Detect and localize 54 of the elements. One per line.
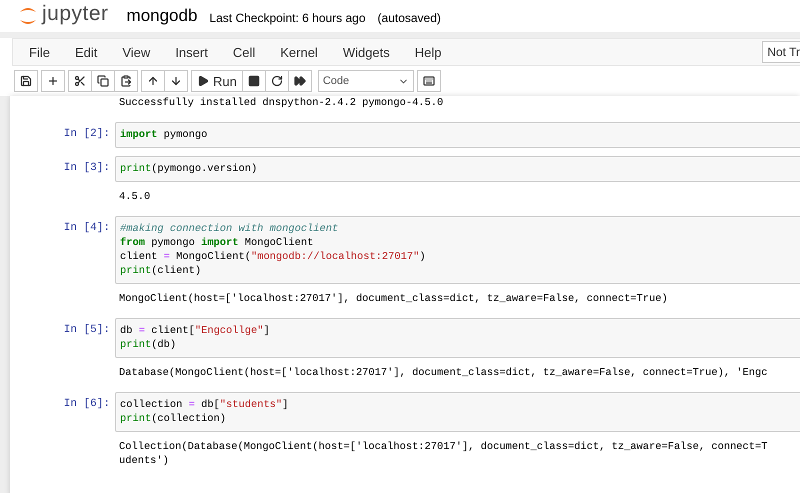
- cell-prompt: In [3]:: [62, 161, 111, 174]
- save-icon: [20, 75, 32, 87]
- code-cell[interactable]: collection = db["students"] print(collection): [115, 392, 800, 432]
- square-icon: [248, 75, 260, 87]
- plus-icon: [47, 75, 59, 87]
- output-text: Successfully installed dnspython-2.4.2 pymongo-4.5.0: [119, 96, 444, 110]
- restart-icon: [270, 75, 283, 87]
- copy-icon: [97, 75, 109, 87]
- menu-item[interactable]: Edit: [74, 44, 98, 60]
- save-status: (autosaved): [378, 11, 441, 25]
- paste-icon: [120, 75, 132, 87]
- up-button[interactable]: [141, 70, 165, 92]
- save-button[interactable]: [14, 70, 38, 92]
- notebook-name[interactable]: mongodb: [126, 6, 198, 26]
- kernel-indicator: Not Tr: [762, 41, 800, 63]
- cell-prompt: In [6]:: [62, 397, 111, 410]
- run-button[interactable]: Run: [191, 70, 243, 92]
- scissors-icon: [74, 75, 86, 87]
- cell-prompt: In [2]:: [62, 127, 111, 140]
- code-cell[interactable]: print(pymongo.version): [115, 156, 800, 182]
- runall-button[interactable]: [288, 70, 312, 92]
- copy-button[interactable]: [91, 70, 115, 92]
- fast-forward-icon: [294, 75, 306, 87]
- logo-text: jupyter: [42, 2, 109, 26]
- cell-type-dropdown[interactable]: Code: [318, 70, 414, 92]
- output-text: Collection(Database(MongoClient(host=['localhost:27017'], document_class=dict, tz_aware=False, connect=T: [119, 440, 768, 454]
- cell-prompt: In [4]:: [62, 221, 111, 234]
- menu-item[interactable]: Cell: [232, 44, 256, 60]
- output-text: 4.5.0: [119, 190, 152, 204]
- stop-button[interactable]: [242, 70, 266, 92]
- output-text: udents'): [119, 454, 170, 468]
- paste-button[interactable]: [114, 70, 138, 92]
- code-cell[interactable]: import pymongo: [115, 122, 800, 148]
- arrow-down-icon: [170, 75, 182, 87]
- menu-item[interactable]: Help: [414, 44, 442, 60]
- output-text: Database(MongoClient(host=['localhost:27017'], document_class=dict, tz_aware=False, connect=True), 'Engc: [119, 366, 768, 380]
- code-cell[interactable]: #making connection with mongoclient from pymongo import MongoClient client = MongoClient("mongodb://localhost:27017") print(client): [115, 216, 800, 284]
- menu-item[interactable]: Insert: [175, 44, 208, 60]
- arrow-up-icon: [147, 75, 159, 87]
- add-button[interactable]: [41, 70, 65, 92]
- down-button[interactable]: [164, 70, 188, 92]
- play-icon: [197, 75, 209, 87]
- keyboard-button[interactable]: [416, 70, 441, 92]
- cell-prompt: In [5]:: [62, 323, 111, 336]
- restart-button[interactable]: [264, 70, 289, 92]
- keyboard-icon: [422, 75, 435, 87]
- checkpoint-text: Last Checkpoint: 6 hours ago: [209, 11, 366, 25]
- menu-item[interactable]: Widgets: [342, 44, 390, 60]
- menu-item[interactable]: File: [29, 44, 50, 60]
- output-text: MongoClient(host=['localhost:27017'], document_class=dict, tz_aware=False, connect=True): [119, 292, 669, 306]
- menu-item[interactable]: Kernel: [280, 44, 318, 60]
- menu-item[interactable]: View: [122, 44, 150, 60]
- code-cell[interactable]: db = client["Engcollge"] print(db): [115, 318, 800, 358]
- cut-button[interactable]: [68, 70, 92, 92]
